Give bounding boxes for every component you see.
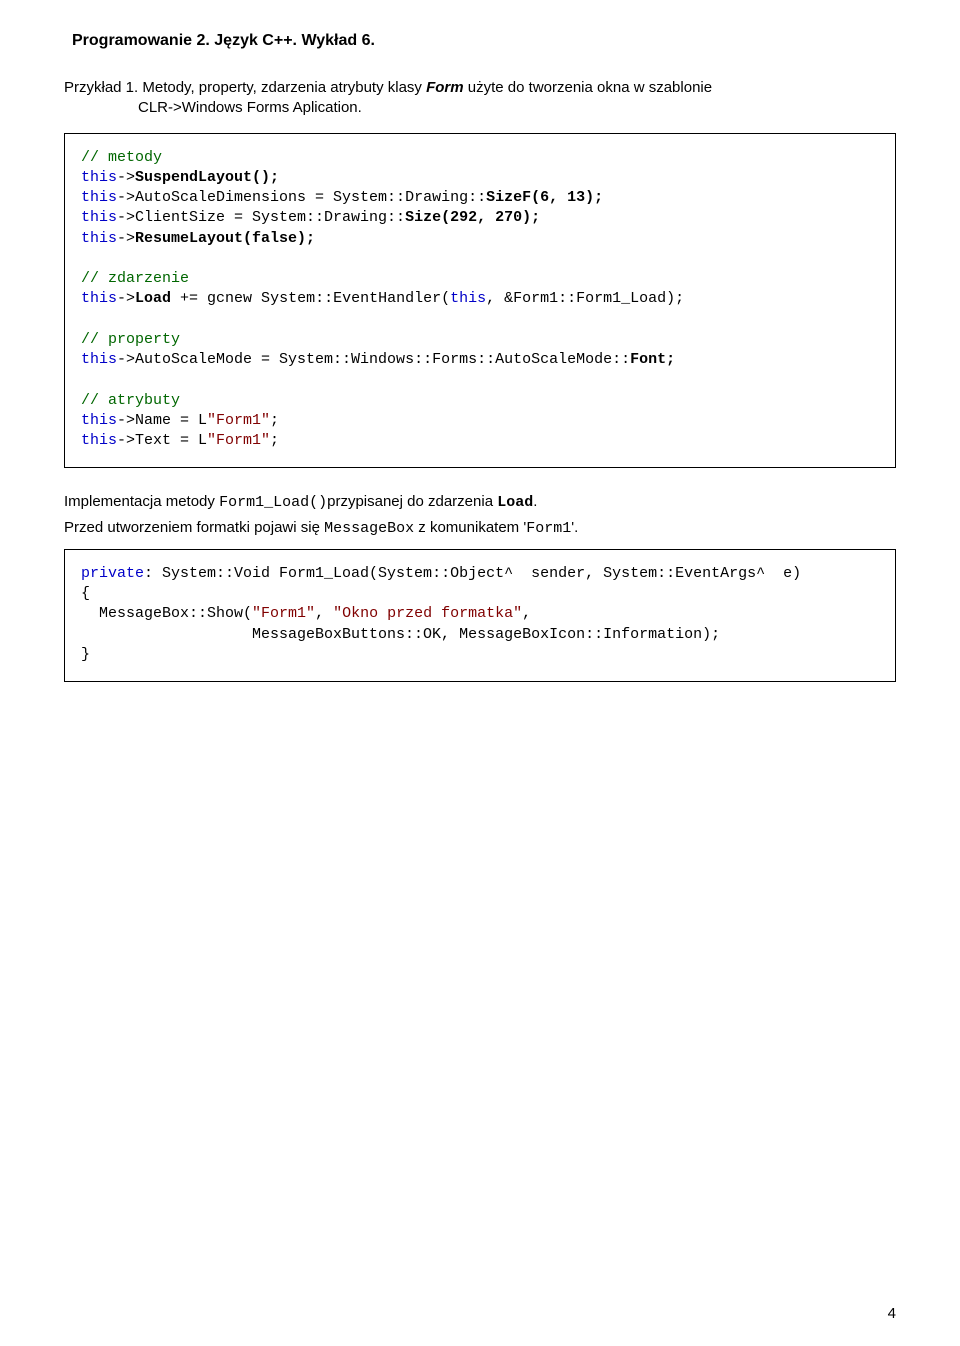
code-block-1: // metody this->SuspendLayout(); this->A… (64, 133, 896, 469)
code-bold: Font; (630, 351, 675, 368)
code-text: -> (117, 230, 135, 247)
kw-this: this (81, 209, 117, 226)
intro-suffix: użyte do tworzenia okna w szablonie (464, 79, 712, 96)
kw-this: this (81, 290, 117, 307)
kw-this: this (81, 412, 117, 429)
para-text: Przed utworzeniem formatki pojawi się (64, 519, 324, 536)
para-mono-bold: Load (497, 494, 533, 511)
string-literal: "Form1" (207, 412, 270, 429)
intro-paragraph: Przykład 1. Metody, property, zdarzenia … (64, 78, 896, 119)
code-text: -> (117, 290, 135, 307)
code-text: MessageBox::Show( (81, 605, 252, 622)
intro-form: Form (426, 79, 464, 96)
code-block-2: private: System::Void Form1_Load(System:… (64, 549, 896, 682)
comment-atrybuty: // atrybuty (81, 392, 180, 409)
kw-this: this (81, 189, 117, 206)
code-text: MessageBoxButtons::OK, MessageBoxIcon::I… (81, 626, 720, 643)
code-text: ; (270, 412, 279, 429)
string-literal: "Okno przed formatka" (333, 605, 522, 622)
para-text: '. (571, 519, 578, 536)
para-text: . (533, 493, 537, 510)
code-text: ->AutoScaleMode = System::Windows::Forms… (117, 351, 630, 368)
paragraph-1: Implementacja metody Form1_Load()przypis… (64, 492, 896, 513)
string-literal: "Form1" (252, 605, 315, 622)
code-bold: ResumeLayout(false); (135, 230, 315, 247)
code-text: ->AutoScaleDimensions = System::Drawing:… (117, 189, 486, 206)
code-text: , (315, 605, 333, 622)
intro-prefix: Przykład 1. Metody, property, zdarzenia … (64, 79, 426, 96)
code-text: } (81, 646, 90, 663)
page: Programowanie 2. Język C++. Wykład 6. Pr… (0, 0, 960, 1346)
kw-this: this (81, 230, 117, 247)
para-text: z komunikatem ' (414, 519, 526, 536)
comment-zdarzenie: // zdarzenie (81, 270, 189, 287)
para-mono: Form1_Load() (219, 494, 327, 511)
paragraph-2: Przed utworzeniem formatki pojawi się Me… (64, 518, 896, 539)
code-text: , (522, 605, 531, 622)
comment-metody: // metody (81, 149, 162, 166)
para-text: przypisanej do zdarzenia (327, 493, 497, 510)
code-text: ->Text = L (117, 432, 207, 449)
code-text: += gcnew System::EventHandler( (171, 290, 450, 307)
intro-line-1: Przykład 1. Metody, property, zdarzenia … (64, 78, 896, 98)
kw-this: this (81, 432, 117, 449)
kw-this: this (81, 351, 117, 368)
comment-property: // property (81, 331, 180, 348)
code-text: : System::Void Form1_Load(System::Object… (144, 565, 801, 582)
code-bold: Size(292, 270); (405, 209, 540, 226)
code-bold: SuspendLayout(); (135, 169, 279, 186)
para-mono: MessageBox (324, 520, 414, 537)
kw-this: this (81, 169, 117, 186)
code-text: ; (270, 432, 279, 449)
code-bold: SizeF(6, 13); (486, 189, 603, 206)
page-header: Programowanie 2. Język C++. Wykład 6. (72, 32, 896, 50)
code-text: ->ClientSize = System::Drawing:: (117, 209, 405, 226)
intro-line-2: CLR->Windows Forms Aplication. (138, 98, 896, 118)
code-text: ->Name = L (117, 412, 207, 429)
para-mono: Form1 (526, 520, 571, 537)
code-text: , &Form1::Form1_Load); (486, 290, 684, 307)
kw-private: private (81, 565, 144, 582)
code-bold: Load (135, 290, 171, 307)
code-text: { (81, 585, 90, 602)
para-text: Implementacja metody (64, 493, 219, 510)
string-literal: "Form1" (207, 432, 270, 449)
code-text: -> (117, 169, 135, 186)
page-number: 4 (888, 1305, 896, 1322)
kw-this: this (450, 290, 486, 307)
